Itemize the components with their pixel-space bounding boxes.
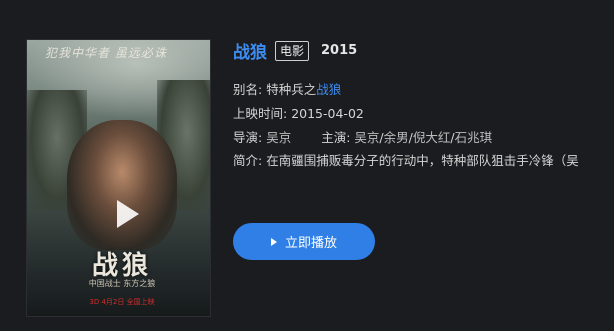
- movie-detail-panel: 犯我中华者 虽远必诛 战狼 中国战士 东方之狼 3D 4月2日 全国上映 战狼 …: [0, 0, 614, 331]
- director-label: 导演:: [233, 130, 263, 145]
- poster-hero: [67, 120, 177, 250]
- intro-label: 简介:: [233, 153, 263, 168]
- intro-text: 在南疆围捕贩毒分子的行动中，特种部队狙击手冷锋（吴: [266, 153, 579, 168]
- title-row: 战狼 电影 2015: [233, 38, 357, 63]
- alias-row: 别名: 特种兵之战狼: [233, 81, 341, 99]
- play-now-label: 立即播放: [284, 236, 337, 251]
- director-name[interactable]: 吴京: [266, 130, 291, 145]
- alias-prefix: 特种兵之: [266, 82, 317, 97]
- poster-calligraphy: 犯我中华者 虽远必诛: [45, 46, 167, 60]
- poster-logo-subtitle: 中国战士 东方之狼: [88, 279, 156, 288]
- release-label: 上映时间:: [233, 106, 288, 121]
- movie-poster[interactable]: 犯我中华者 虽远必诛 战狼 中国战士 东方之狼 3D 4月2日 全国上映: [27, 40, 210, 316]
- people-row: 导演: 吴京 主演: 吴京/余男/倪大红/石兆琪: [233, 129, 492, 147]
- alias-link[interactable]: 战狼: [316, 82, 341, 97]
- alias-label: 别名:: [233, 82, 263, 97]
- movie-year: 2015: [321, 43, 358, 58]
- poster-logo: 战狼: [91, 251, 152, 281]
- genre-badge: 电影: [275, 40, 310, 61]
- cast-member[interactable]: 倪大红: [413, 130, 451, 145]
- release-date: 2015-04-02: [291, 106, 364, 121]
- play-icon: [270, 237, 277, 246]
- movie-title: 战狼: [233, 43, 267, 63]
- play-icon[interactable]: [117, 200, 139, 228]
- cast-member[interactable]: 余男: [384, 130, 409, 145]
- poster-release-banner: 3D 4月2日 全国上映: [89, 298, 155, 306]
- release-row: 上映时间: 2015-04-02: [233, 105, 364, 123]
- intro-row: 简介: 在南疆围捕贩毒分子的行动中，特种部队狙击手冷锋（吴: [233, 152, 614, 170]
- cast-label: 主演:: [321, 130, 351, 145]
- cast-member[interactable]: 石兆琪: [455, 130, 493, 145]
- cast-member[interactable]: 吴京: [354, 130, 379, 145]
- play-now-button[interactable]: 立即播放: [233, 223, 375, 260]
